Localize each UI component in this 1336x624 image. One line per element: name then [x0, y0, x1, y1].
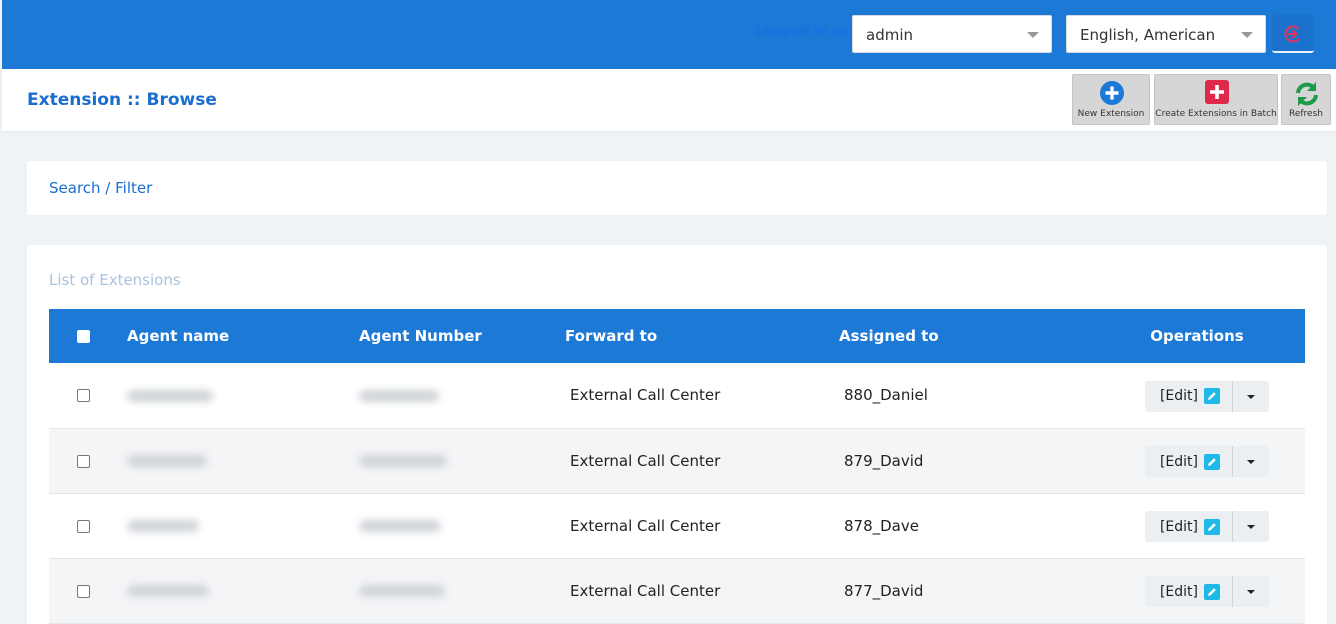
row-checkbox[interactable]: [77, 519, 90, 533]
column-agent-name[interactable]: Agent name: [127, 309, 359, 363]
chevron-down-icon: [1027, 32, 1039, 38]
user-select-value: admin: [866, 26, 913, 44]
table-row: External Call Center 877_David [Edit]: [49, 558, 1305, 623]
chevron-down-icon: [1241, 32, 1253, 38]
refresh-icon: [1296, 82, 1318, 106]
operations-button-group: [Edit]: [1144, 576, 1270, 607]
search-filter-card: Search / Filter: [27, 161, 1327, 215]
forward-to-cell: External Call Center: [570, 581, 721, 600]
extensions-table: Agent name Agent Number Forward to Assig…: [49, 309, 1305, 624]
pencil-icon: [1204, 518, 1221, 535]
table-row: External Call Center 879_David [Edit]: [49, 428, 1305, 493]
table-row: External Call Center 878_Dave [Edit]: [49, 493, 1305, 558]
plus-square-icon: [1205, 80, 1229, 104]
agent-number-redacted: [359, 585, 445, 597]
pencil-icon: [1204, 453, 1221, 470]
caret-down-icon: [1247, 525, 1256, 529]
operations-dropdown-toggle[interactable]: [1233, 446, 1269, 477]
pencil-icon: [1204, 583, 1221, 600]
operations-button-group: [Edit]: [1144, 380, 1270, 412]
assigned-to-cell: 879_David: [844, 451, 924, 470]
column-assigned-to[interactable]: Assigned to: [839, 309, 1089, 363]
plus-circle-icon: [1100, 81, 1124, 105]
column-forward-to[interactable]: Forward to: [565, 309, 839, 363]
column-operations: Operations: [1150, 327, 1244, 345]
edit-button[interactable]: [Edit]: [1145, 576, 1234, 607]
caret-down-icon: [1247, 590, 1256, 594]
assigned-to-cell: 877_David: [844, 581, 924, 600]
top-navbar: Logged in as: admin English, American: [2, 0, 1336, 69]
forward-to-cell: External Call Center: [570, 516, 721, 535]
select-all-checkbox[interactable]: [77, 330, 90, 343]
agent-name-redacted: [127, 455, 207, 467]
language-select-value: English, American: [1080, 26, 1216, 44]
new-extension-label: New Extension: [1077, 109, 1145, 119]
logged-in-label: Logged in as:: [755, 24, 854, 39]
agent-name-redacted: [127, 585, 209, 597]
operations-dropdown-toggle[interactable]: [1233, 511, 1269, 542]
edit-button[interactable]: [Edit]: [1145, 380, 1234, 412]
operations-button-group: [Edit]: [1144, 511, 1270, 542]
row-checkbox[interactable]: [77, 454, 90, 468]
user-select[interactable]: admin: [852, 15, 1052, 53]
logout-button[interactable]: [1272, 15, 1314, 53]
agent-name-redacted: [127, 520, 199, 532]
edit-label: [Edit]: [1159, 453, 1199, 470]
refresh-label: Refresh: [1289, 109, 1323, 119]
forward-to-cell: External Call Center: [570, 386, 721, 405]
edit-label: [Edit]: [1159, 388, 1199, 405]
select-all-cell: [49, 309, 127, 363]
create-batch-label: Create Extensions in Batch: [1155, 109, 1277, 119]
operations-dropdown-toggle[interactable]: [1233, 576, 1269, 607]
edit-button[interactable]: [Edit]: [1145, 446, 1234, 477]
logout-icon: [1284, 25, 1302, 43]
agent-number-redacted: [359, 520, 441, 532]
list-title: List of Extensions: [49, 271, 181, 289]
operations-dropdown-toggle[interactable]: [1233, 381, 1269, 412]
language-select[interactable]: English, American: [1066, 15, 1266, 53]
agent-number-redacted: [359, 455, 447, 467]
row-checkbox[interactable]: [77, 389, 90, 403]
extensions-list-card: List of Extensions Agent name Agent Numb…: [27, 245, 1327, 624]
caret-down-icon: [1247, 394, 1256, 399]
agent-name-redacted: [127, 389, 213, 402]
page-title: Extension :: Browse: [27, 90, 217, 110]
edit-label: [Edit]: [1159, 583, 1199, 600]
agent-number-redacted: [359, 389, 439, 402]
column-agent-number[interactable]: Agent Number: [359, 309, 565, 363]
assigned-to-cell: 878_Dave: [844, 516, 919, 535]
create-extensions-batch-button[interactable]: Create Extensions in Batch: [1154, 74, 1278, 125]
search-filter-toggle[interactable]: Search / Filter: [49, 179, 152, 197]
new-extension-button[interactable]: New Extension: [1072, 74, 1150, 125]
page-header: Extension :: Browse New Extension Create…: [2, 69, 1336, 131]
table-row: External Call Center 880_Daniel [Edit]: [49, 363, 1305, 428]
edit-button[interactable]: [Edit]: [1145, 511, 1234, 542]
edit-label: [Edit]: [1159, 518, 1199, 535]
assigned-to-cell: 880_Daniel: [844, 386, 928, 405]
operations-button-group: [Edit]: [1144, 446, 1270, 477]
table-header-row: Agent name Agent Number Forward to Assig…: [49, 309, 1305, 363]
pencil-icon: [1204, 388, 1221, 405]
caret-down-icon: [1247, 460, 1256, 464]
refresh-button[interactable]: Refresh: [1281, 74, 1331, 125]
forward-to-cell: External Call Center: [570, 451, 721, 470]
row-checkbox[interactable]: [77, 584, 90, 598]
